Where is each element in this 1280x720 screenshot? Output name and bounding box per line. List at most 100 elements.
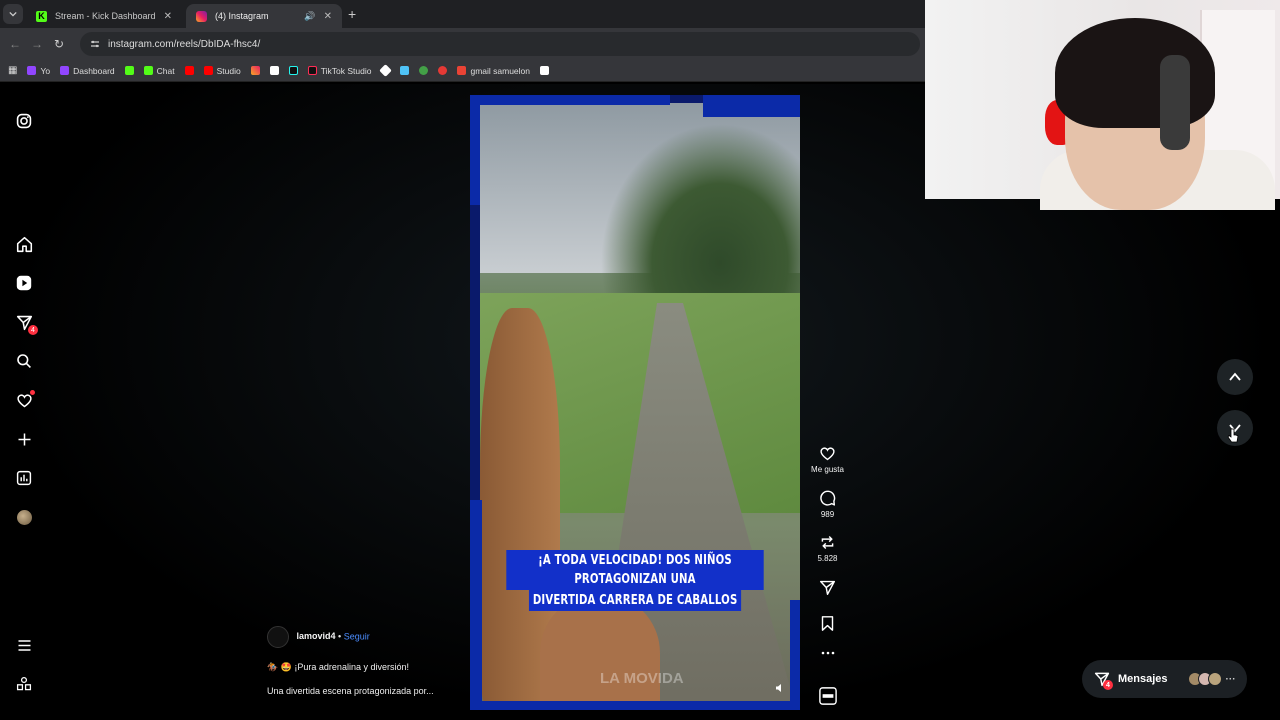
back-icon[interactable]: ← [4, 33, 26, 55]
video-watermark: LA MOVIDA [600, 670, 684, 687]
close-icon[interactable]: ✕ [164, 11, 172, 22]
chevron-up-icon [1229, 372, 1241, 381]
bookmark-studio[interactable]: Studio [203, 66, 241, 76]
tab-search-button[interactable] [3, 4, 23, 24]
bookmark-tiktok[interactable] [288, 66, 298, 75]
bookmark-gmail[interactable]: gmail samuelon [457, 66, 530, 76]
bookmark-dashboard[interactable]: Dashboard [60, 66, 115, 76]
save-button[interactable] [805, 615, 850, 632]
more-apps-icon[interactable] [14, 674, 34, 694]
like-label: Me gusta [811, 465, 844, 474]
opera-icon [438, 66, 448, 75]
new-tab-button[interactable]: + [348, 6, 356, 22]
description-line-2[interactable]: Una divertida escena protagonizada por..… [267, 686, 434, 696]
tiktok-icon [288, 66, 298, 75]
address-bar: ← → ↻ instagram.com/reels/DbIDA-fhsc4/ [0, 28, 925, 60]
messages-badge: 4 [1103, 680, 1113, 690]
bookmark-extra-4[interactable] [438, 66, 448, 75]
follow-button[interactable]: Seguir [344, 631, 370, 641]
menu-icon[interactable] [14, 635, 34, 655]
youtube-icon [184, 66, 194, 75]
logo-icon [540, 66, 549, 75]
frame-border [470, 701, 800, 710]
comment-button[interactable]: 989 [805, 490, 850, 519]
speaker-icon[interactable]: 🔊 [304, 11, 315, 22]
bookmark-instagram[interactable] [250, 66, 260, 75]
url-text: instagram.com/reels/DbIDA-fhsc4/ [108, 38, 261, 50]
repost-icon [821, 536, 834, 549]
chevron-down-icon [9, 11, 17, 17]
reel-video-player[interactable]: ¡A TODA VELOCIDAD! DOS NIÑOS PROTAGONIZA… [470, 95, 800, 710]
more-options-button[interactable] [805, 650, 850, 656]
reels-icon[interactable] [14, 273, 34, 293]
bookmark-x[interactable] [269, 66, 279, 75]
caption-line-2: DIVERTIDA CARRERA DE CABALLOS [528, 590, 742, 611]
twitch-icon [60, 66, 70, 75]
site-settings-icon[interactable] [90, 39, 100, 49]
tab-instagram[interactable]: (4) Instagram 🔊 ✕ [186, 4, 342, 28]
bookmark-chat[interactable]: Chat [143, 66, 175, 76]
search-icon[interactable] [14, 351, 34, 371]
bookmark-extra-3[interactable] [419, 66, 429, 75]
instagram-icon [196, 10, 207, 22]
forward-icon[interactable]: → [26, 33, 48, 55]
bookmark-tiktok-studio[interactable]: TikTok Studio [307, 66, 371, 76]
caption-line-1: ¡A TODA VELOCIDAD! DOS NIÑOS PROTAGONIZA… [506, 550, 764, 590]
bookmark-icon [821, 616, 834, 631]
messages-button[interactable]: 4 Mensajes ··· [1082, 660, 1247, 698]
more-dots-icon: ··· [1225, 673, 1236, 685]
repost-button[interactable]: 5.828 [805, 534, 850, 563]
bookmark-kick[interactable] [124, 66, 134, 75]
bookmarks-bar: ▦ Yo Dashboard Chat Studio TikTok Studio… [0, 60, 925, 82]
reposts-count: 5.828 [817, 554, 838, 563]
hand-cursor-icon [1227, 428, 1239, 449]
audio-icon [818, 687, 837, 705]
reel-author-info: lamovid4 • Seguir 🏇 🤩 ¡Pura adrenalina y… [267, 626, 467, 696]
direct-messages-icon: 4 [1094, 671, 1113, 690]
bookmark-extra-2[interactable] [400, 66, 410, 75]
author-handle[interactable]: lamovid4 [297, 631, 336, 641]
instagram-icon [250, 66, 260, 75]
like-button[interactable]: Me gusta [805, 445, 850, 474]
instagram-logo-icon[interactable] [14, 111, 34, 131]
bookmark-extra-5[interactable] [540, 66, 549, 75]
bookmark-youtube[interactable] [184, 66, 194, 75]
audio-button[interactable] [805, 687, 850, 705]
heart-icon [820, 447, 835, 461]
comments-count: 989 [820, 510, 835, 519]
apps-grid-icon[interactable]: ▦ [8, 65, 17, 76]
kick-icon: K [36, 10, 47, 22]
kick-icon [124, 66, 134, 75]
direct-messages-icon[interactable]: 4 [14, 312, 38, 335]
bookmark-extra-1[interactable] [379, 64, 393, 77]
reload-icon[interactable]: ↻ [48, 33, 70, 55]
webcam-headset [1160, 55, 1190, 150]
tab-bar: K Stream - Kick Dashboard ✕ (4) Instagra… [0, 0, 925, 28]
dashboard-icon[interactable] [14, 468, 34, 488]
previous-reel-button[interactable] [1217, 359, 1253, 395]
sparkle-icon [400, 66, 410, 75]
bookmark-yo[interactable]: Yo [27, 66, 50, 76]
author-avatar[interactable] [267, 626, 289, 648]
kick-icon [143, 66, 153, 75]
send-icon [819, 580, 836, 596]
volume-icon[interactable] [775, 683, 785, 696]
share-button[interactable] [805, 579, 850, 596]
messages-label: Mensajes [1118, 673, 1168, 685]
create-icon[interactable] [14, 429, 34, 449]
profile-avatar[interactable] [14, 507, 34, 527]
tab-kick-dashboard[interactable]: K Stream - Kick Dashboard ✕ [26, 4, 182, 28]
heart-icon[interactable] [14, 390, 35, 410]
comment-icon [820, 490, 836, 506]
video-caption: ¡A TODA VELOCIDAD! DOS NIÑOS PROTAGONIZA… [470, 550, 800, 611]
tab-title: (4) Instagram [215, 11, 269, 21]
url-input[interactable]: instagram.com/reels/DbIDA-fhsc4/ [80, 32, 920, 56]
frame-border [790, 600, 800, 710]
webcam-person-hair [1055, 18, 1215, 128]
contact-avatar [1207, 672, 1222, 686]
gmail-icon [457, 66, 467, 75]
close-icon[interactable]: ✕ [324, 11, 332, 22]
recent-contacts: ··· [1187, 672, 1236, 686]
frame-border [470, 95, 670, 105]
home-icon[interactable] [14, 234, 34, 254]
